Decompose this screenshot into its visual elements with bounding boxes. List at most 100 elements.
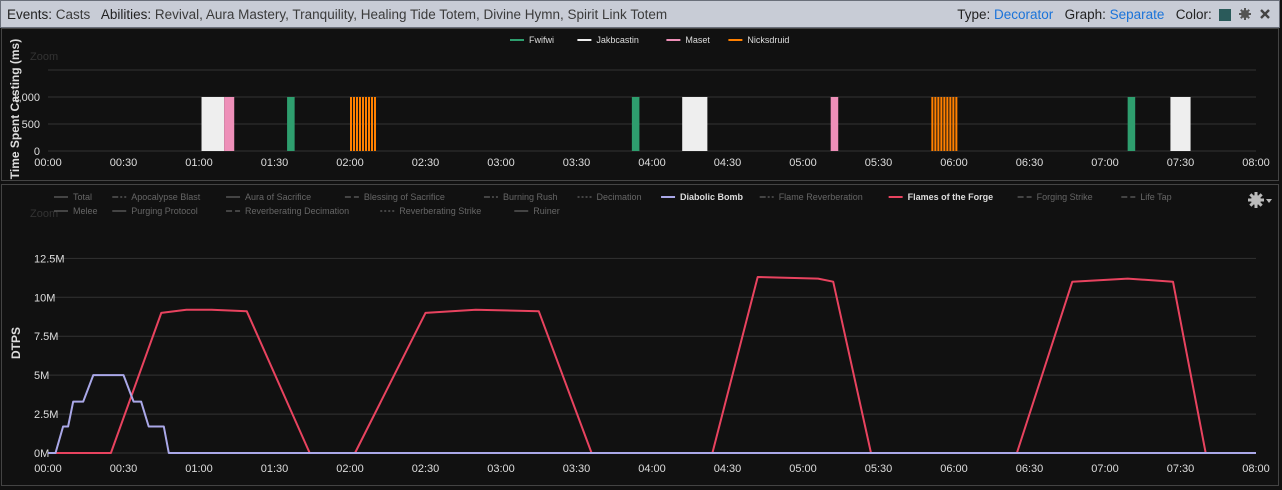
cast-bar xyxy=(937,97,940,151)
y-tick-label: 2.5M xyxy=(34,409,58,421)
dtps-chart-svg: Zoom 0M 2.5M 5M 7.5M 10M 12.5M 00:00 00:30 01:00 0… xyxy=(9,192,1272,475)
cast-bar xyxy=(1170,97,1191,151)
cast-bar xyxy=(356,97,358,151)
graph-value-link[interactable]: Separate xyxy=(1110,7,1165,22)
x-tick-label: 05:00 xyxy=(789,157,817,169)
y-tick-label: 500 xyxy=(22,119,40,131)
cast-bar xyxy=(682,97,708,151)
legend-item: Life Tap xyxy=(1140,192,1171,202)
y-tick-label: 10M xyxy=(34,292,55,304)
cast-bar xyxy=(374,97,376,151)
abilities-label: Abilities: xyxy=(100,7,152,22)
casting-time-chart: Zoom 0 500 1,000 00:00 00:30 01:00 01:30 02:00 02… xyxy=(1,28,1279,181)
y-tick-label: 5M xyxy=(34,370,49,382)
gear-icon[interactable] xyxy=(1239,8,1252,20)
events-value[interactable]: Casts xyxy=(56,7,91,22)
legend-item: Blessing of Sacrifice xyxy=(364,192,445,202)
cast-bar xyxy=(940,97,943,151)
x-tick-label: 00:30 xyxy=(110,463,138,475)
color-label: Color: xyxy=(1175,7,1212,22)
color-swatch[interactable] xyxy=(1219,9,1232,21)
x-tick-label: 06:00 xyxy=(940,463,968,475)
cast-bar xyxy=(949,97,952,151)
series-line-flames-of-the-forge xyxy=(48,276,1256,454)
gear-icon[interactable] xyxy=(1248,192,1264,208)
legend-item: Burning Rush xyxy=(503,192,558,202)
x-tick-label: 05:30 xyxy=(865,157,893,169)
legend-item-nicksdruid: Nicksdruid xyxy=(747,35,789,45)
filter-bar: Events: Casts Abilities: Revival, Aura M… xyxy=(0,0,1280,28)
y-tick-label: 7.5M xyxy=(34,331,58,343)
legend-item: Diabolic Bomb xyxy=(680,192,744,202)
close-icon[interactable] xyxy=(1259,8,1271,20)
x-tick-label: 03:30 xyxy=(563,157,591,169)
legend-item: Reverberating Decimation xyxy=(245,206,349,216)
cast-bar xyxy=(224,97,235,151)
cast-bar xyxy=(350,97,352,151)
events-label: Events: xyxy=(7,7,53,22)
cast-bar xyxy=(931,97,934,151)
legend-item: Ruiner xyxy=(533,206,560,216)
cast-bar xyxy=(631,97,640,151)
type-value-link[interactable]: Decorator xyxy=(994,7,1053,22)
x-tick-label: 00:00 xyxy=(34,157,62,169)
cast-bar xyxy=(943,97,946,151)
x-tick-label: 06:30 xyxy=(1016,157,1044,169)
x-tick-label: 01:30 xyxy=(261,157,289,169)
legend-item: Aura of Sacrifice xyxy=(245,192,311,202)
cast-bar xyxy=(830,97,839,151)
legend-item: Purging Protocol xyxy=(131,206,198,216)
x-tick-label: 05:30 xyxy=(865,463,893,475)
legend-item: Apocalypse Blast xyxy=(131,192,201,202)
abilities-value[interactable]: Revival, Aura Mastery, Tranquility, Heal… xyxy=(155,7,667,22)
x-tick-label: 04:30 xyxy=(714,463,742,475)
cast-bar xyxy=(359,97,361,151)
cast-bar xyxy=(362,97,364,151)
legend-item-jakbcastin: Jakbcastin xyxy=(596,35,639,45)
dtps-chart: Zoom 0M 2.5M 5M 7.5M 10M 12.5M 00:00 00:30 01:00 0… xyxy=(1,184,1279,486)
legend-item: Melee xyxy=(73,206,98,216)
x-tick-label: 06:30 xyxy=(1016,463,1044,475)
x-tick-label: 02:30 xyxy=(412,463,440,475)
cast-bar xyxy=(287,97,295,151)
y-axis-label: Time Spent Casting (ms) xyxy=(8,39,22,179)
cast-bar xyxy=(371,97,373,151)
chevron-down-icon[interactable] xyxy=(1266,199,1272,203)
graph-label: Graph: xyxy=(1064,7,1106,22)
x-tick-label: 01:30 xyxy=(261,463,289,475)
x-tick-label: 01:00 xyxy=(185,463,213,475)
legend-item: Forging Strike xyxy=(1037,192,1093,202)
x-tick-label: 03:30 xyxy=(563,463,591,475)
zoom-label-dtps: Zoom xyxy=(30,208,58,220)
legend-item: Flame Reverberation xyxy=(779,192,863,202)
x-tick-label: 07:30 xyxy=(1167,157,1195,169)
cast-bar xyxy=(946,97,949,151)
x-tick-label: 00:00 xyxy=(34,463,62,475)
legend-item: Total xyxy=(73,192,92,202)
x-tick-label: 02:00 xyxy=(336,157,364,169)
x-tick-label: 02:00 xyxy=(336,463,364,475)
cast-bar xyxy=(201,97,225,151)
zoom-label-casting: Zoom xyxy=(30,51,58,63)
type-label: Type: xyxy=(957,7,991,22)
legend-item: Decimation xyxy=(597,192,642,202)
cast-bar xyxy=(952,97,955,151)
y-tick-label: 0M xyxy=(34,448,49,460)
x-tick-label: 07:00 xyxy=(1091,463,1119,475)
x-tick-label: 01:00 xyxy=(185,157,213,169)
cast-bar xyxy=(353,97,355,151)
legend-item-maset: Maset xyxy=(685,35,710,45)
cast-bar xyxy=(1127,97,1136,151)
y-tick-label: 12.5M xyxy=(34,253,65,265)
x-tick-label: 04:00 xyxy=(638,157,666,169)
x-tick-label: 08:00 xyxy=(1242,463,1270,475)
y-axis-label: DTPS xyxy=(9,327,23,359)
x-tick-label: 02:30 xyxy=(412,157,440,169)
x-tick-label: 04:30 xyxy=(714,157,742,169)
cast-bar xyxy=(368,97,370,151)
x-tick-label: 06:00 xyxy=(940,157,968,169)
x-tick-label: 03:00 xyxy=(487,463,515,475)
x-tick-label: 07:00 xyxy=(1091,157,1119,169)
x-tick-label: 08:00 xyxy=(1242,157,1270,169)
legend-item: Flames of the Forge xyxy=(908,192,994,202)
